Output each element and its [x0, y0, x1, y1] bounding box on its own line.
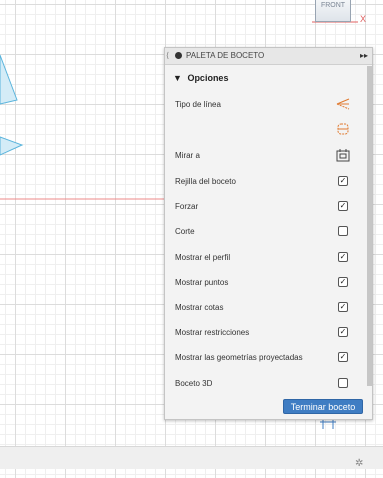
row-show-points: Mostrar puntos ✓ [175, 277, 355, 291]
bottom-toolbar [0, 446, 383, 469]
row-label: Mostrar puntos [175, 278, 229, 287]
options-section-header[interactable]: ▼ Opciones [173, 73, 228, 83]
3d-sketch-checkbox[interactable] [338, 378, 348, 388]
caret-down-icon: ▼ [173, 73, 182, 83]
row-label: Boceto 3D [175, 379, 213, 388]
sketch-grid-checkbox[interactable]: ✓ [338, 176, 348, 186]
row-show-profile: Mostrar el perfil ✓ [175, 252, 355, 266]
sketch-triangle-bottom [0, 136, 24, 156]
palette-scrollbar[interactable] [367, 66, 372, 386]
viewcube-face-label: FRONT [320, 2, 346, 9]
scrollbar-thumb[interactable] [367, 66, 372, 386]
show-constraints-checkbox[interactable]: ✓ [338, 327, 348, 337]
palette-dot-icon [175, 52, 182, 59]
row-show-projected: Mostrar las geometrías proyectadas ✓ [175, 352, 355, 366]
show-profile-checkbox[interactable]: ✓ [338, 252, 348, 262]
row-3d-sketch: Boceto 3D [175, 378, 355, 392]
finish-sketch-button[interactable]: Terminar boceto [283, 399, 363, 414]
row-label: Mostrar el perfil [175, 253, 231, 262]
show-dimensions-checkbox[interactable]: ✓ [338, 302, 348, 312]
sketch-triangle-top [0, 54, 18, 105]
collapse-handle-icon[interactable]: ⟨ [166, 51, 169, 60]
expand-arrows-icon[interactable]: ▸▸ [360, 51, 368, 60]
look-at-icon[interactable] [336, 148, 350, 162]
slice-checkbox[interactable] [338, 226, 348, 236]
gear-icon[interactable]: ✲ [355, 458, 363, 469]
row-slice: Corte [175, 226, 355, 240]
sketch-palette: ⟨ PALETA DE BOCETO ▸▸ ▼ Opciones Tipo de… [164, 47, 373, 420]
slice-icon[interactable] [336, 122, 350, 136]
row-label: Tipo de línea [175, 100, 221, 109]
row-snap: Forzar ✓ [175, 201, 355, 215]
show-projected-checkbox[interactable]: ✓ [338, 352, 348, 362]
viewcube[interactable]: FRONT [315, 0, 351, 22]
row-line-type: Tipo de línea [175, 97, 355, 113]
row-slice-icon [175, 122, 355, 138]
row-sketch-grid: Rejilla del boceto ✓ [175, 176, 355, 190]
snap-checkbox[interactable]: ✓ [338, 201, 348, 211]
section-label: Opciones [187, 73, 229, 83]
row-label: Mostrar restricciones [175, 328, 250, 337]
row-label: Mostrar cotas [175, 303, 224, 312]
row-label: Mostrar las geometrías proyectadas [175, 353, 303, 362]
linetype-icon[interactable] [336, 97, 350, 111]
row-show-dimensions: Mostrar cotas ✓ [175, 302, 355, 316]
palette-header[interactable]: ⟨ PALETA DE BOCETO ▸▸ [165, 48, 372, 65]
show-points-checkbox[interactable]: ✓ [338, 277, 348, 287]
row-label: Mirar a [175, 151, 200, 160]
row-look-at: Mirar a [175, 148, 355, 164]
row-label: Forzar [175, 202, 199, 211]
row-show-constraints: Mostrar restricciones ✓ [175, 327, 355, 341]
x-axis-label: X [360, 14, 367, 24]
palette-title: PALETA DE BOCETO [186, 51, 265, 60]
row-label: Corte [175, 227, 195, 236]
row-label: Rejilla del boceto [175, 177, 236, 186]
